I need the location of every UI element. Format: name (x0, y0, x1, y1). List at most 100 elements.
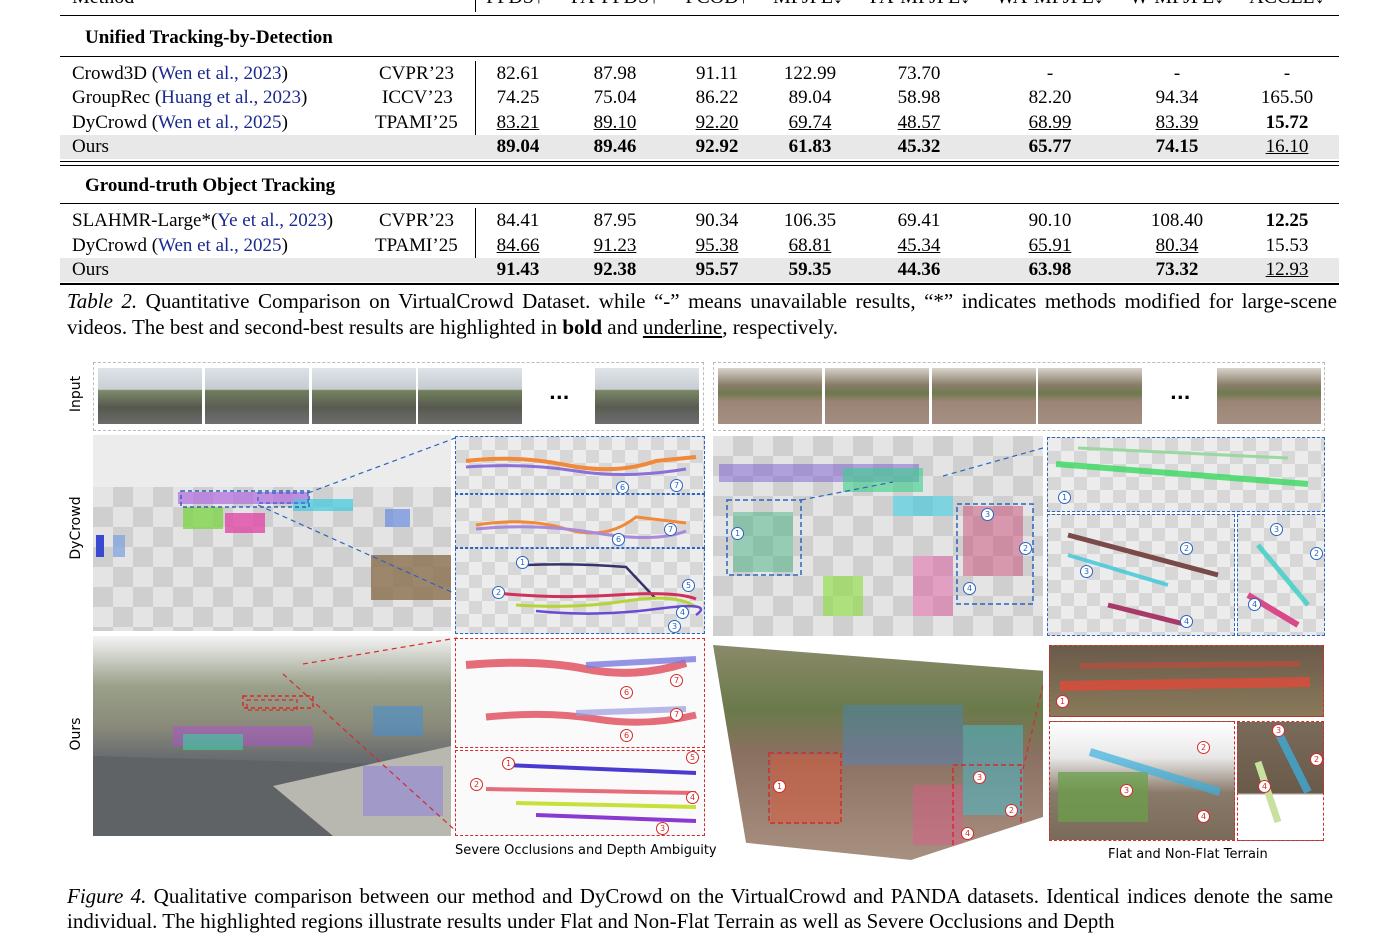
index-marker: 7 (664, 523, 677, 536)
index-marker: 4 (961, 827, 974, 840)
value-cell: 84.41 (496, 210, 540, 231)
dycrowd-right-scene: 1 3 2 4 (713, 436, 1043, 636)
value-cell: 89.10 (593, 112, 637, 133)
value-cell: 91.43 (496, 259, 540, 280)
index-marker: 1 (1056, 695, 1069, 708)
index-marker: 3 (1272, 724, 1285, 737)
index-marker: 2 (1197, 741, 1210, 754)
index-marker: 1 (1058, 491, 1071, 504)
value-cell: 82.61 (496, 63, 540, 84)
value-cell: 45.34 (897, 235, 941, 256)
value-cell: 15.53 (1265, 235, 1309, 256)
index-marker: 3 (1120, 784, 1133, 797)
value-cell: 74.25 (496, 87, 540, 108)
caption-label: Table 2. (67, 289, 138, 313)
value-cell: 44.36 (897, 259, 941, 280)
index-marker: 6 (616, 481, 629, 493)
venue: CVPR’23 (379, 63, 454, 84)
value-cell: 65.77 (1028, 136, 1072, 157)
input-frame (1217, 368, 1321, 424)
index-marker: 3 (1080, 565, 1093, 578)
method-name: GroupRec (Huang et al., 2023) (72, 87, 308, 108)
venue: ICCV’23 (382, 87, 453, 108)
ours-right-inset-3: 3 2 4 (1237, 721, 1324, 841)
table-row: GroupRec (Huang et al., 2023) ICCV’23 74… (0, 86, 1396, 110)
value-cell: 73.32 (1155, 259, 1199, 280)
index-marker: 4 (1258, 780, 1271, 793)
index-marker: 1 (502, 757, 515, 770)
value-cell: 92.38 (593, 259, 637, 280)
index-marker: 5 (682, 579, 695, 592)
index-marker: 7 (670, 674, 683, 687)
index-marker: 2 (470, 778, 483, 791)
value-cell: 91.23 (593, 235, 637, 256)
sublabel-right: Flat and Non-Flat Terrain (1108, 847, 1268, 862)
ellipsis: ... (549, 383, 570, 404)
header-col: ACCEL↓ (1232, 0, 1342, 9)
header-col: MPJPE↓ (753, 0, 863, 9)
value-cell: 87.95 (593, 210, 637, 231)
value-cell: 87.98 (593, 63, 637, 84)
rule (60, 203, 1339, 204)
caption-label: Figure 4. (67, 884, 147, 908)
ours-left-inset-1: 6 7 7 6 (455, 638, 705, 748)
index-marker: 7 (670, 479, 683, 492)
input-frame (205, 368, 309, 424)
index-marker: 4 (1197, 810, 1210, 823)
caption-and: and (607, 315, 638, 339)
value-cell: 73.70 (897, 63, 941, 84)
index-marker: 2 (1180, 542, 1193, 555)
input-frame (312, 368, 416, 424)
value-cell: 59.35 (788, 259, 832, 280)
value-cell: 12.25 (1265, 210, 1309, 231)
input-frames-right: ... (713, 362, 1325, 431)
value-cell: - (1173, 63, 1181, 84)
table-row-highlight: Ours 91.43 92.38 95.57 59.35 44.36 63.98… (60, 258, 1339, 282)
header-col: WA-MPJPE↓ (995, 0, 1105, 9)
ours-right-inset-2: 2 3 4 (1049, 721, 1235, 841)
value-cell: 90.10 (1028, 210, 1072, 231)
index-marker: 1 (516, 556, 529, 569)
index-marker: 3 (1270, 523, 1283, 536)
index-marker: 3 (973, 771, 986, 784)
input-frame (1038, 368, 1142, 424)
header-col: PA-MPJPE↓ (865, 0, 975, 9)
index-marker: 4 (1180, 615, 1193, 628)
header-col: PFDS↑ (460, 0, 570, 9)
table-row: SLAHMR-Large*(Ye et al., 2023) CVPR’23 8… (0, 209, 1396, 233)
index-marker: 2 (1005, 804, 1018, 817)
table-header-row: Method PFDS↑ PA-PFDS↑ PCOD↑ MPJPE↓ PA-MP… (0, 0, 1396, 8)
input-frame (932, 368, 1036, 424)
method-name: Ours (72, 136, 109, 157)
section-title: Unified Tracking-by-Detection (85, 27, 333, 48)
value-cell: 68.99 (1028, 112, 1072, 133)
value-cell: 82.20 (1028, 87, 1072, 108)
input-frame (98, 368, 202, 424)
value-cell: 83.21 (496, 112, 540, 133)
ours-right-scene: 1 3 2 4 (713, 645, 1043, 860)
header-col: W-MPJPE↓ (1122, 0, 1232, 9)
rule (60, 161, 1339, 162)
method-name: SLAHMR-Large*(Ye et al., 2023) (72, 210, 334, 231)
value-cell: 106.35 (783, 210, 837, 231)
index-marker: 4 (686, 791, 699, 804)
value-cell: 89.04 (496, 136, 540, 157)
caption-end: , respectively. (722, 315, 839, 339)
venue: CVPR’23 (379, 210, 454, 231)
column-divider (475, 0, 476, 12)
value-cell: 12.93 (1265, 259, 1309, 280)
caption-bold: bold (562, 315, 603, 339)
dycrowd-left-inset-2: 6 7 (455, 494, 705, 548)
value-cell: 63.98 (1028, 259, 1072, 280)
value-cell: 89.46 (593, 136, 637, 157)
value-cell: 75.04 (593, 87, 637, 108)
row-label-ours: Ours (68, 717, 84, 751)
value-cell: 83.39 (1155, 112, 1199, 133)
row-label-input: Input (68, 375, 84, 413)
index-marker: 3 (668, 620, 681, 633)
value-cell: 84.66 (496, 235, 540, 256)
index-marker: 5 (686, 751, 699, 764)
table-row: DyCrowd (Wen et al., 2025) TPAMI’25 83.2… (0, 111, 1396, 135)
value-cell: 58.98 (897, 87, 941, 108)
value-cell: 48.57 (897, 112, 941, 133)
